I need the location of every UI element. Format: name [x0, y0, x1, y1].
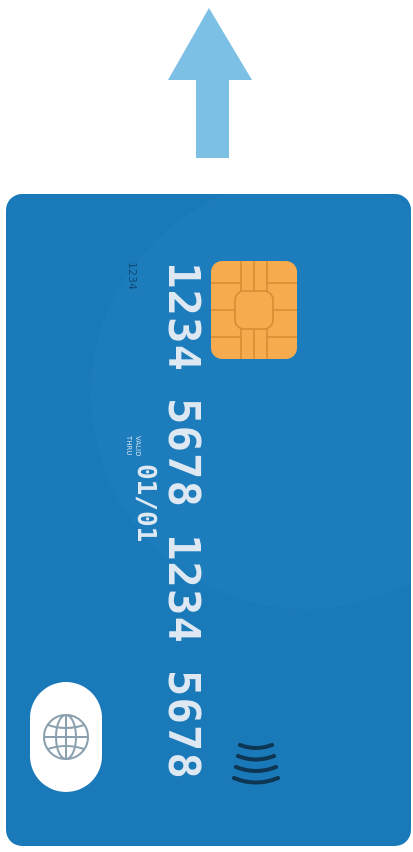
card-number-group: 1234 [158, 533, 209, 644]
credit-card: 1234 5678 1234 5678 1234 VALID THRU 01/01 [6, 194, 411, 846]
card-small-number: 1234 [126, 262, 139, 290]
card-number-group: 1234 [158, 262, 209, 372]
contactless-icon [232, 743, 280, 785]
expiry-date: 01/01 [131, 464, 161, 543]
card-number: 1234 5678 1234 5678 [158, 262, 209, 806]
card-number-group: 5678 [158, 669, 209, 780]
network-logo [30, 682, 102, 792]
card-number-group: 5678 [158, 397, 209, 508]
globe-icon [43, 714, 89, 760]
up-arrow-icon [168, 8, 252, 158]
valid-label-line2: THRU [125, 436, 133, 456]
valid-label-line1: VALID [134, 436, 142, 457]
valid-thru-label: VALID THRU [124, 436, 142, 456]
chip-icon [211, 261, 297, 359]
